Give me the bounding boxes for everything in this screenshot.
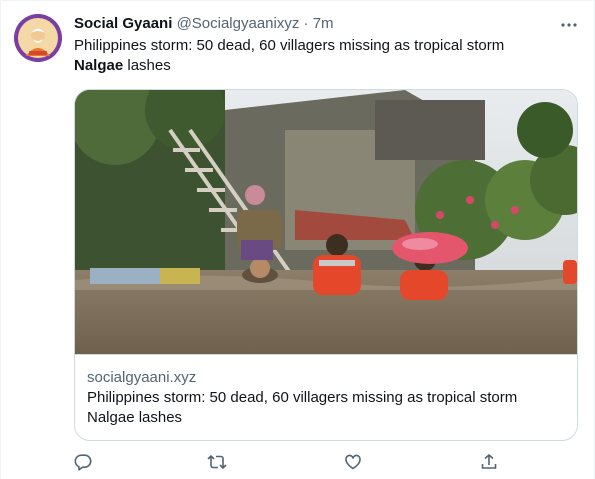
tweet-text-bold: Nalgae <box>74 57 124 74</box>
card-divider <box>75 354 577 355</box>
link-card[interactable]: socialgyaani.xyz Philippines storm: 50 d… <box>74 89 578 441</box>
header-separator: · <box>303 15 309 32</box>
flood-rescue-photo[interactable] <box>75 90 577 354</box>
tweet-text-main: Philippines storm: 50 dead, 60 villagers… <box>74 37 505 54</box>
share-icon <box>481 454 497 469</box>
tweet-timestamp[interactable]: 7m <box>313 15 334 32</box>
tweet-actions <box>74 451 504 475</box>
author-display-name[interactable]: Social Gyaani <box>74 15 172 32</box>
card-domain[interactable]: socialgyaani.xyz <box>87 368 196 388</box>
reply-icon <box>74 454 92 471</box>
tweet-header: Social Gyaani @Socialgyaanixyz · 7m <box>74 14 554 34</box>
monk-avatar-icon <box>14 14 62 62</box>
reply-button[interactable] <box>72 451 94 473</box>
like-icon <box>345 454 361 470</box>
more-options-button[interactable] <box>557 13 581 37</box>
tweet[interactable]: Social Gyaani @Socialgyaanixyz · 7m Phil… <box>0 0 595 479</box>
avatar[interactable] <box>14 14 62 62</box>
retweet-button[interactable] <box>206 451 228 473</box>
share-button[interactable] <box>478 451 500 473</box>
tweet-text-tail: lashes <box>123 57 171 74</box>
like-button[interactable] <box>342 451 364 473</box>
more-horizontal-icon <box>561 23 577 27</box>
card-title-line2: Nalgae lashes <box>87 409 183 426</box>
retweet-icon <box>207 454 227 470</box>
card-title[interactable]: Philippines storm: 50 dead, 60 villagers… <box>87 388 557 428</box>
tweet-text: Philippines storm: 50 dead, 60 villagers… <box>74 36 574 76</box>
card-title-line1: Philippines storm: 50 dead, 60 villagers… <box>87 389 518 406</box>
author-handle[interactable]: @Socialgyaanixyz <box>177 15 300 32</box>
